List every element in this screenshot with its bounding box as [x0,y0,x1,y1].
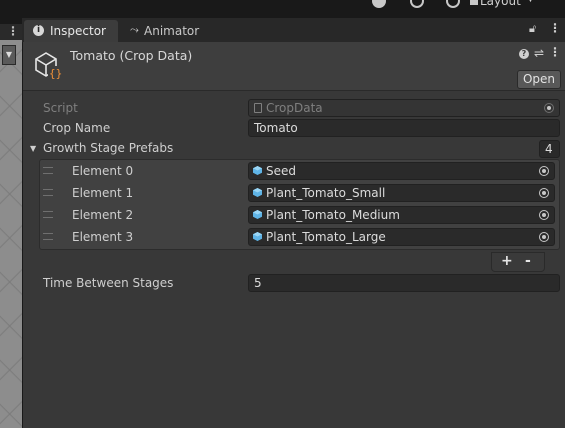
info-icon: i [33,25,44,36]
script-value: CropData [266,101,323,115]
element-3-field[interactable]: Plant_Tomato_Large [248,228,555,246]
top-toolbar: Layout ▼ [0,0,565,18]
scene-menu[interactable]: ⋮ [0,24,22,40]
tab-inspector[interactable]: i Inspector [24,20,118,42]
element-3-label: Element 3 [72,230,134,244]
element-1-label: Element 1 [72,186,134,200]
drag-handle-icon[interactable] [43,211,53,218]
layout-dropdown[interactable]: Layout [480,0,521,8]
list-footer: + - [491,252,545,272]
drag-handle-icon[interactable] [43,233,53,240]
scene-view-edge [0,40,22,428]
script-field: CropData [248,99,560,117]
element-2-field[interactable]: Plant_Tomato_Medium [248,206,555,224]
chevron-down-icon: ▼ [527,0,534,4]
growth-stage-prefabs-label[interactable]: Growth Stage Prefabs [43,141,173,155]
svg-text:{}: {} [49,67,62,80]
crop-name-input[interactable]: Tomato [248,119,560,137]
object-picker-icon[interactable] [539,210,549,220]
time-between-stages-input[interactable]: 5 [248,274,560,292]
element-3-value: Plant_Tomato_Large [266,230,386,244]
tab-inspector-label: Inspector [50,24,106,38]
more-vert-icon[interactable]: ⋮ [549,21,561,35]
element-2-value: Plant_Tomato_Medium [266,208,400,222]
add-element-button[interactable]: + [501,253,513,269]
array-size-value: 4 [545,142,553,156]
lock-icon[interactable]: 🔓︎ [529,22,536,36]
layers-icon [470,0,478,5]
tab-animator-label: Animator [144,24,200,38]
object-picker-icon [544,103,554,113]
object-picker-icon[interactable] [539,188,549,198]
time-between-stages-value: 5 [254,276,262,290]
crop-name-label: Crop Name [43,121,111,135]
time-between-stages-label: Time Between Stages [43,276,174,290]
history-icon[interactable] [410,0,424,8]
foldout-arrow-icon[interactable]: ▼ [30,144,36,153]
prefab-icon [253,166,262,175]
prefab-icon [253,210,262,219]
prefab-icon [253,232,262,241]
more-vert-icon[interactable]: ⋮ [549,45,561,59]
object-picker-icon[interactable] [539,232,549,242]
prefab-icon [253,188,262,197]
object-title: Tomato (Crop Data) [70,48,193,63]
remove-element-button[interactable]: - [525,253,531,269]
account-icon[interactable] [372,0,386,8]
search-icon[interactable] [446,0,460,8]
element-1-field[interactable]: Plant_Tomato_Small [248,184,555,202]
element-0-value: Seed [266,164,296,178]
crop-name-value: Tomato [254,121,298,135]
drag-handle-icon[interactable] [43,189,53,196]
more-vert-icon: ⋮ [7,24,19,38]
preset-icon[interactable]: ⇌ [534,46,544,60]
array-size-input[interactable]: 4 [539,140,560,158]
script-file-icon [254,103,262,113]
script-label: Script [43,101,78,115]
scriptable-object-icon: {} [35,52,62,80]
animator-icon: ⤳ [130,23,139,36]
drag-handle-icon[interactable] [43,167,53,174]
element-0-field[interactable]: Seed [248,162,555,180]
help-icon[interactable]: ? [519,49,529,59]
element-1-value: Plant_Tomato_Small [266,186,386,200]
object-picker-icon[interactable] [539,166,549,176]
scene-dropdown[interactable]: ▼ [2,45,16,65]
element-2-label: Element 2 [72,208,134,222]
open-button[interactable]: Open [517,70,561,89]
element-0-label: Element 0 [72,164,134,178]
